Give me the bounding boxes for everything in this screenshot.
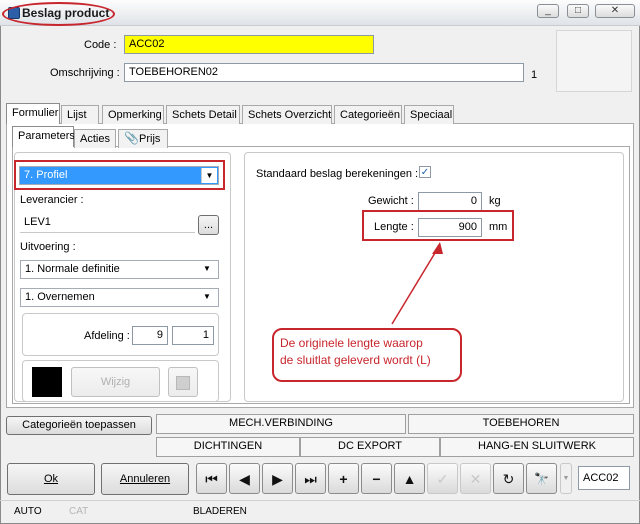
confirm-icon[interactable]: ✓ (427, 463, 458, 494)
type-highlight-rect (14, 160, 225, 190)
ok-button[interactable]: Ok (7, 463, 95, 495)
gewicht-label: Gewicht : (368, 195, 414, 207)
add-record-icon[interactable]: + (328, 463, 359, 494)
category-toebehoren[interactable]: TOEBEHOREN (408, 414, 634, 434)
tab-opmerking[interactable]: Opmerking (102, 105, 164, 124)
first-record-icon[interactable]: ⏮ (196, 463, 227, 494)
annuleren-label: Annuleren (119, 473, 171, 485)
afdeling-input-2[interactable]: 1 (172, 326, 214, 345)
callout-line-2: de sluitlat geleverd wordt (L) (280, 353, 431, 367)
ok-label: Ok (43, 473, 59, 485)
code-label: Code : (84, 39, 117, 51)
close-button[interactable]: ✕ (595, 4, 635, 18)
edit-record-icon[interactable]: ▲ (394, 463, 425, 494)
title-highlight-ellipse (2, 2, 115, 26)
afdeling-label: Afdeling : (84, 330, 130, 342)
overnemen-combo[interactable]: 1. Overnemen (20, 288, 219, 307)
subtab-acties[interactable]: Acties (74, 129, 116, 148)
tab-schets-overzicht[interactable]: Schets Overzicht (242, 105, 332, 124)
search-binoculars-icon[interactable]: 🔭 (526, 463, 557, 494)
standaard-label: Standaard beslag berekeningen : (256, 168, 419, 180)
subtab-parameters[interactable]: Parameters (12, 126, 75, 147)
last-record-icon[interactable]: ⏭ (295, 463, 326, 494)
color-swatch[interactable] (32, 367, 62, 397)
lengte-highlight-rect (362, 210, 514, 241)
categorieen-toepassen-button[interactable]: Categorieën toepassen (6, 416, 152, 435)
annotation-callout: De originele lengte waarop de sluitlat g… (272, 328, 462, 382)
category-hang-en-sluitwerk[interactable]: HANG-EN SLUITWERK (440, 437, 634, 457)
leverancier-label: Leverancier : (20, 194, 84, 206)
chevron-down-icon[interactable]: ▼ (203, 292, 211, 301)
square-icon (176, 376, 190, 390)
chevron-down-icon[interactable]: ▼ (560, 463, 572, 494)
omschrijving-input[interactable]: TOEBEHOREN02 (124, 63, 524, 82)
tab-speciaal[interactable]: Speciaal (404, 105, 454, 124)
uitvoering-label: Uitvoering : (20, 241, 76, 253)
standaard-checkbox[interactable]: ✓ (419, 166, 431, 178)
chevron-down-icon[interactable]: ▼ (203, 264, 211, 273)
callout-arrow (391, 242, 443, 325)
tab-formulier[interactable]: Formulier (6, 103, 60, 124)
gewicht-input[interactable]: 0 (418, 192, 482, 211)
delete-record-icon[interactable]: − (361, 463, 392, 494)
uitvoering-combo[interactable]: 1. Normale definitie (20, 260, 219, 279)
omschrijving-count: 1 (531, 69, 538, 81)
current-code-field[interactable]: ACC02 (578, 466, 630, 490)
minimize-button[interactable]: _ (537, 4, 559, 18)
tab-lijst[interactable]: Lijst (61, 105, 99, 124)
previous-record-icon[interactable]: ◀ (229, 463, 260, 494)
refresh-icon[interactable]: ↻ (493, 463, 524, 494)
maximize-button[interactable]: □ (567, 4, 589, 18)
cancel-icon[interactable]: ✕ (460, 463, 491, 494)
category-mech-verbinding[interactable]: MECH.VERBINDING (156, 414, 406, 434)
category-dichtingen[interactable]: DICHTINGEN (156, 437, 300, 457)
status-mode: BLADEREN (193, 506, 247, 517)
tab-categorieen[interactable]: Categorieën (334, 105, 402, 124)
category-dc-export[interactable]: DC EXPORT (300, 437, 440, 457)
code-input[interactable]: ACC02 (124, 35, 374, 54)
uitvoering-combo-value: 1. Normale definitie (25, 263, 120, 275)
annuleren-button[interactable]: Annuleren (101, 463, 189, 495)
leverancier-browse-button[interactable]: ... (198, 215, 219, 235)
paperclip-icon: 📎 (124, 131, 139, 145)
overnemen-combo-value: 1. Overnemen (25, 291, 95, 303)
next-record-icon[interactable]: ▶ (262, 463, 293, 494)
wijzig-button[interactable]: Wijzig (71, 367, 160, 397)
callout-line-1: De originele lengte waarop (280, 336, 423, 350)
tab-schets-detail[interactable]: Schets Detail (166, 105, 240, 124)
statusbar-divider (0, 500, 640, 501)
leverancier-input[interactable]: LEV1 (20, 214, 195, 233)
image-preview (556, 30, 632, 92)
afdeling-input-1[interactable]: 9 (132, 326, 168, 345)
gewicht-unit: kg (489, 195, 501, 207)
status-cat: CAT (69, 506, 89, 517)
color-reset-button[interactable] (168, 367, 198, 397)
omschrijving-label: Omschrijving : (50, 67, 120, 79)
status-auto: AUTO (14, 506, 42, 517)
